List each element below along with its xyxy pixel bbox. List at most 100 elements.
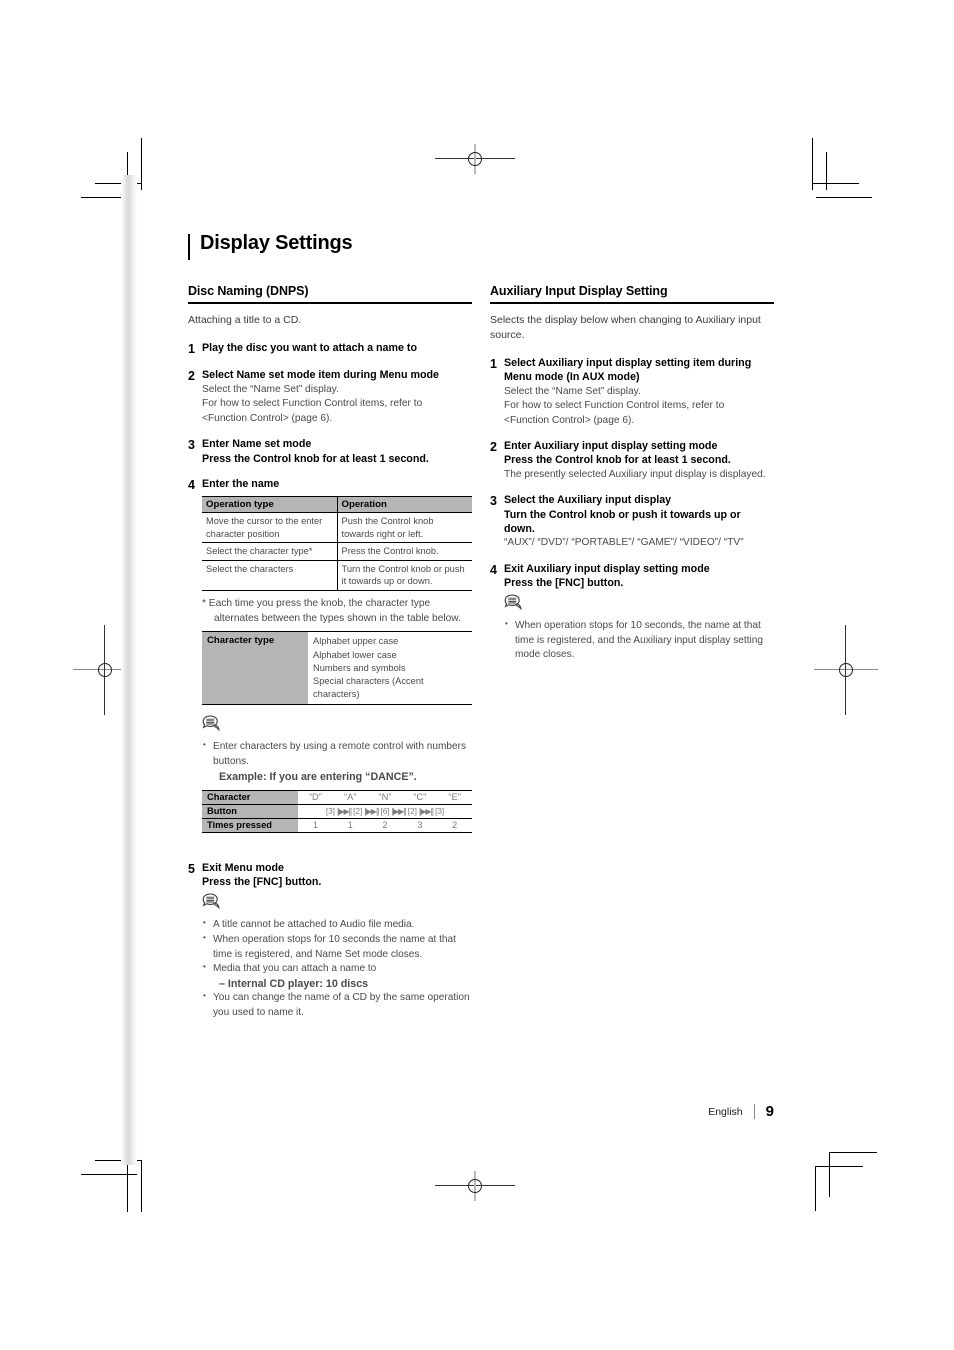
step-item: 3 Enter Name set mode Press the Control … bbox=[188, 437, 472, 465]
step-item: 2 Select Name set mode item during Menu … bbox=[188, 368, 472, 426]
step-item: 4 Enter the name Operation type Operatio… bbox=[188, 477, 472, 839]
step-item: 5 Exit Menu mode Press the [FNC] button. bbox=[188, 861, 472, 1026]
fast-forward-icon: [▶▶|] bbox=[391, 807, 407, 817]
note-bubble-icon bbox=[202, 715, 472, 737]
column-header-operation: Operation bbox=[336, 496, 472, 514]
button-key: [2] bbox=[353, 806, 363, 817]
cell-character: “E” bbox=[437, 789, 472, 805]
fast-forward-icon: [▶▶|] bbox=[337, 807, 352, 817]
note-list: Enter characters by using a remote contr… bbox=[202, 739, 472, 783]
cell-times-pressed: 1 bbox=[298, 818, 333, 833]
right-column: Auxiliary Input Display Setting Selects … bbox=[490, 284, 774, 1037]
cell-character: “N” bbox=[367, 789, 403, 805]
crop-mark-bl-v1 bbox=[141, 1160, 142, 1212]
crop-mark-br-v1 bbox=[829, 1152, 830, 1197]
section-title-aux-input: Auxiliary Input Display Setting bbox=[490, 284, 668, 298]
note-bullet: When operation stops for 10 seconds, the… bbox=[504, 618, 774, 663]
row-label-times-pressed: Times pressed bbox=[202, 818, 298, 833]
character-type-table: Character type Alphabet upper case Alpha… bbox=[202, 631, 472, 706]
table-row: Character type Alphabet upper case Alpha… bbox=[202, 631, 472, 706]
step-body: Select Auxiliary input display setting i… bbox=[504, 356, 774, 428]
step-number: 3 bbox=[490, 494, 497, 509]
section-rule-left bbox=[188, 302, 472, 304]
step-item: 2 Enter Auxiliary input display setting … bbox=[490, 439, 774, 482]
note-bullet: Enter characters by using a remote contr… bbox=[202, 739, 472, 769]
crop-mark-br-h2 bbox=[815, 1166, 863, 1167]
step-number: 2 bbox=[188, 369, 195, 384]
footer-divider bbox=[753, 1104, 755, 1119]
step-subheading: Press the Control knob for at least 1 se… bbox=[202, 452, 429, 465]
step-number: 4 bbox=[188, 477, 195, 492]
step-heading: Enter Auxiliary input display setting mo… bbox=[504, 440, 718, 453]
step-body: Enter Auxiliary input display setting mo… bbox=[504, 439, 774, 482]
cell-operation: Turn the Control knob or push it towards… bbox=[336, 560, 472, 591]
row-label-character: Character bbox=[202, 789, 298, 805]
step-body: Select Name set mode item during Menu mo… bbox=[202, 368, 472, 426]
step-heading: Select Name set mode item during Menu mo… bbox=[202, 369, 439, 382]
character-type-item: Alphabet upper case bbox=[313, 636, 399, 647]
step-number: 1 bbox=[188, 341, 195, 356]
step-number: 3 bbox=[188, 438, 195, 453]
cell-times-pressed: 2 bbox=[437, 818, 472, 833]
crop-mark-tr-h1 bbox=[812, 183, 859, 184]
cell-times-pressed: 1 bbox=[332, 818, 368, 833]
cell-character: “C” bbox=[402, 789, 438, 805]
step-description-line: Select the “Name Set” display. bbox=[504, 385, 641, 397]
crop-mark-tr-v2 bbox=[826, 152, 827, 190]
step-heading: Enter the name bbox=[202, 477, 280, 490]
button-key: [3] bbox=[325, 806, 335, 817]
footer-page-number: 9 bbox=[765, 1103, 774, 1120]
table-row-character: Character “D” “A” “N” “C” “E” bbox=[202, 789, 472, 805]
cell-operation-type: Select the character type* bbox=[202, 542, 337, 561]
step-number: 5 bbox=[188, 861, 195, 876]
note-block-right: When operation stops for 10 seconds, the… bbox=[504, 594, 774, 663]
table-row-times-pressed: Times pressed 1 1 2 3 2 bbox=[202, 818, 472, 833]
step-description-line: For how to select Function Control items… bbox=[202, 398, 423, 410]
crop-mark-bl-h2 bbox=[81, 1174, 137, 1175]
table-row: Move the cursor to the enter character p… bbox=[202, 512, 472, 544]
button-key: [6] bbox=[380, 806, 390, 817]
note-bubble-icon bbox=[504, 594, 774, 616]
note-block-remote: Enter characters by using a remote contr… bbox=[202, 715, 472, 783]
cell-operation-type: Select the characters bbox=[202, 560, 337, 591]
crop-mark-tr-h2 bbox=[816, 197, 872, 198]
section-title-disc-naming: Disc Naming (DNPS) bbox=[188, 284, 309, 298]
intro-text-right: Selects the display below when changing … bbox=[490, 313, 761, 341]
step-item: 3 Select the Auxiliary input display Tur… bbox=[490, 493, 774, 550]
table-row: Select the character type* Press the Con… bbox=[202, 542, 472, 561]
note-list: When operation stops for 10 seconds, the… bbox=[504, 618, 774, 663]
page-title-block: Display Settings bbox=[188, 232, 774, 260]
column-header-operation-type: Operation type bbox=[202, 496, 337, 514]
dance-example-table: Character “D” “A” “N” “C” “E” Button [3]… bbox=[202, 789, 472, 833]
step-heading: Select Auxiliary input display setting i… bbox=[504, 357, 752, 384]
note-bullet: When operation stops for 10 seconds the … bbox=[202, 932, 472, 962]
cell-times-pressed: 2 bbox=[367, 818, 403, 833]
intro-text-left: Attaching a title to a CD. bbox=[188, 313, 302, 326]
cell-character: “D” bbox=[298, 789, 333, 805]
operation-table: Operation type Operation Move the cursor… bbox=[202, 496, 472, 591]
step-subheading: Press the [FNC] button. bbox=[504, 576, 624, 589]
step-description-line: Select the “Name Set” display. bbox=[202, 383, 339, 395]
step-number: 4 bbox=[490, 562, 497, 577]
step-description-line: The presently selected Auxiliary input d… bbox=[504, 468, 766, 480]
page-footer: English 9 bbox=[188, 1103, 774, 1120]
cell-operation-type: Move the cursor to the enter character p… bbox=[202, 512, 337, 544]
registration-mark-top bbox=[435, 144, 515, 174]
note-bubble-icon bbox=[202, 893, 472, 915]
note-bullet: You can change the name of a CD by the s… bbox=[202, 990, 472, 1020]
crop-mark-br-v2 bbox=[815, 1166, 816, 1211]
step-description-line: For how to select Function Control items… bbox=[504, 400, 725, 412]
step-number: 2 bbox=[490, 440, 497, 455]
cell-times-pressed: 3 bbox=[402, 818, 438, 833]
step-body: Enter Name set mode Press the Control kn… bbox=[202, 437, 472, 465]
character-type-item: Alphabet lower case bbox=[313, 649, 397, 660]
fast-forward-icon: [▶▶|] bbox=[419, 807, 434, 817]
step-heading: Enter Name set mode bbox=[202, 438, 312, 451]
note-list: A title cannot be attached to Audio file… bbox=[202, 917, 472, 1020]
page-content: Display Settings Disc Naming (DNPS) Atta… bbox=[188, 232, 774, 1037]
step-body: Enter the name Operation type Operation … bbox=[202, 477, 472, 839]
binding-shadow-strip bbox=[121, 175, 137, 1165]
table-header-row: Operation type Operation bbox=[202, 496, 472, 514]
registration-mark-left bbox=[73, 625, 137, 715]
table-row-button: Button [3] [▶▶|] [2] [▶▶|] [6] [▶▶|] [2]… bbox=[202, 804, 472, 819]
